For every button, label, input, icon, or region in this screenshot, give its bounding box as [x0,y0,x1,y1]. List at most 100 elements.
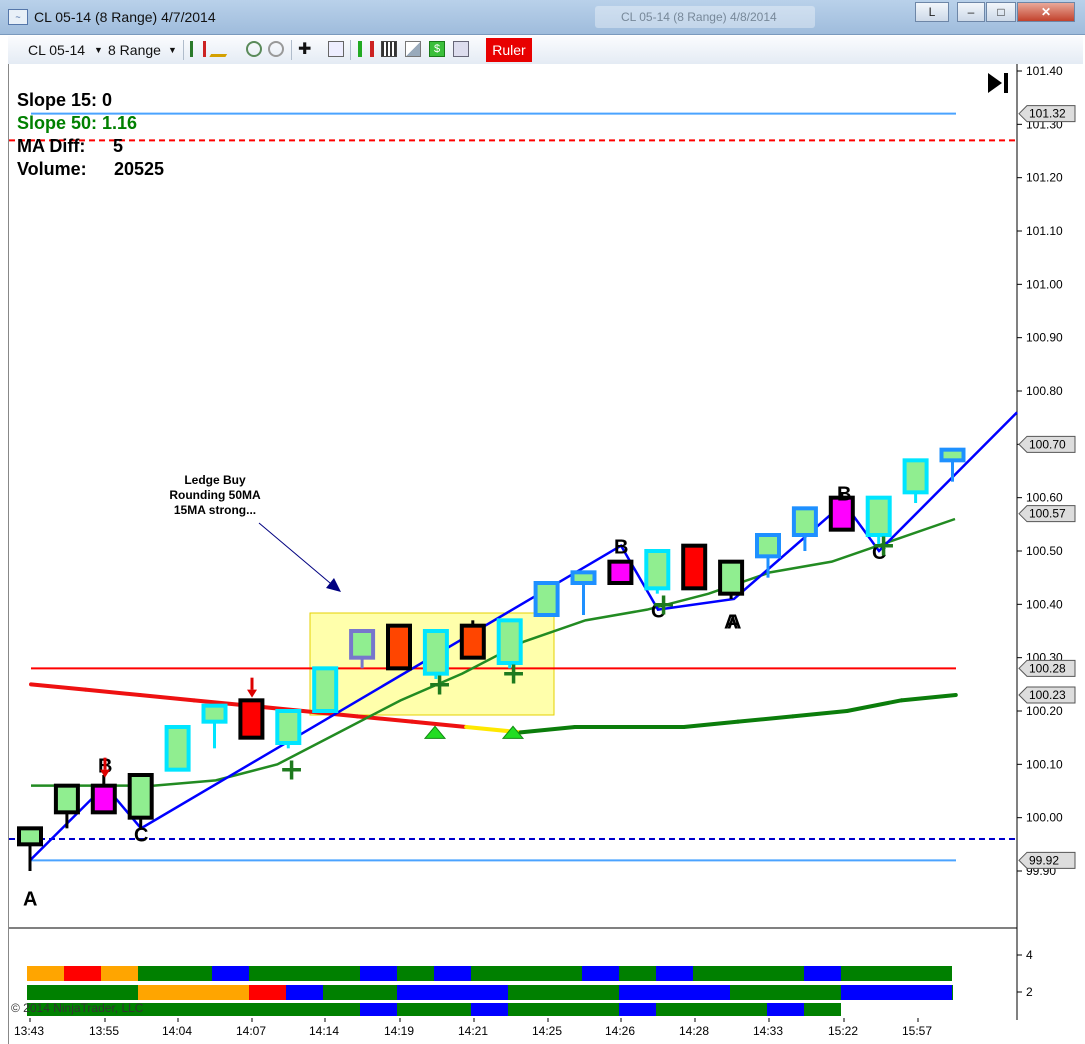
window-title: CL 05-14 (8 Range) 4/7/2014 [34,9,216,25]
chart-panel[interactable]: 101.40 101.30 101.20 101.10 101.00 100.90 100.… [8,64,1084,1044]
instrument-selector[interactable]: CL 05-14 [28,40,85,60]
time-tick-label: 14:07 [236,1024,266,1038]
ruler-button[interactable]: Ruler [486,38,532,62]
magnifier-icon[interactable] [328,41,344,57]
strength-cell [397,1003,471,1016]
entry-plus-marker: + [427,667,452,702]
time-tick-label: 14:04 [162,1024,192,1038]
price-flag-label: 100.28 [1029,661,1066,675]
candle-body [275,709,302,745]
instrument-dropdown-icon[interactable]: ▼ [94,40,103,60]
strength-cell [323,985,397,1000]
time-tick-label: 15:22 [828,1024,858,1038]
link-button[interactable]: L [915,2,949,22]
ma50-line-segment [681,719,741,729]
candle-body [90,783,117,815]
background-window-tab[interactable]: CL 05-14 (8 Range) 4/8/2014 [595,6,815,28]
strength-cell [619,985,730,1000]
candlestick-style-icon[interactable] [190,41,206,57]
toolbar-separator [291,40,292,60]
zoom-out-icon[interactable] [268,41,284,57]
strength-cell [656,966,693,981]
strategies-icon[interactable] [381,41,397,57]
candle-body [607,559,634,586]
strength-cell [582,966,619,981]
candle-body [459,623,486,660]
price-flag-label: 100.23 [1029,688,1066,702]
wave-label: A [724,611,738,633]
candle-body [127,773,154,820]
annotation-line: 15MA strong... [173,503,257,517]
chart-properties-icon[interactable] [405,41,421,57]
strength-cell [471,1003,508,1016]
strength-cell [397,985,508,1000]
maximize-button[interactable]: □ [986,2,1016,22]
strength-cell [27,985,138,1000]
strength-cell [64,966,101,981]
wave-label: B [837,483,851,505]
annotation-arrow-line [258,522,337,589]
candle-body [164,725,191,772]
strength-cell [249,966,360,981]
ma-diff-value: 5 [113,136,124,156]
entry-plus-marker: + [501,657,526,692]
ma50-line-segment [29,682,88,692]
strength-cell [730,985,841,1000]
entry-plus-marker: + [279,753,304,788]
time-tick-label: 13:55 [89,1024,119,1038]
strength-cell [693,966,804,981]
strength-cell [619,966,656,981]
price-flag-label: 100.70 [1029,437,1066,451]
strength-cell [138,966,212,981]
price-tick-label: 101.40 [1026,64,1063,78]
pencil-draw-icon[interactable] [209,41,235,57]
time-tick-label: 14:14 [309,1024,339,1038]
zoom-in-icon[interactable] [246,41,262,57]
price-flag-label: 99.92 [1029,853,1059,867]
candle-body [533,581,560,617]
strength-cell [101,966,138,981]
ma50-line-segment [899,693,958,703]
volume-label: Volume: [17,159,87,179]
price-tick-label: 100.90 [1026,331,1063,345]
candle-body [386,623,412,671]
copyright-text: © 2014 NinjaTrader, LLC [11,1001,144,1015]
indicators-icon[interactable] [358,41,374,57]
annotation-line: Rounding 50MA [169,488,261,502]
bar-type-selector[interactable]: 8 Range [108,40,161,60]
price-tick-label: 100.50 [1026,544,1063,558]
wave-label: C [134,825,148,847]
close-button[interactable]: ✕ [1017,2,1075,22]
strength-cell [804,1003,841,1016]
minimize-button[interactable]: ‒ [957,2,985,22]
strength-cell [360,1003,397,1016]
ma50-line-segment [845,698,904,713]
price-tick-label: 101.20 [1026,171,1063,185]
candle-body [939,447,966,463]
price-tick-label: 100.00 [1026,811,1063,825]
red-arrow-head [247,689,257,698]
strength-cell [804,966,841,981]
strength-cell [138,985,249,1000]
price-chart[interactable]: 101.40101.30101.20101.10101.00100.90100.… [9,64,1084,1044]
price-tick-label: 101.10 [1026,224,1063,238]
ma50-line-segment [137,693,197,703]
strength-cell [471,966,582,981]
annotation-line: Ledge Buy [184,473,246,487]
ma50-line-segment [409,719,469,729]
chart-annotation: Ledge Buy Rounding 50MA 15MA strong... [150,473,280,518]
toolbar-separator [350,40,351,60]
price-tick-label: 100.60 [1026,491,1063,505]
time-tick-label: 13:43 [14,1024,44,1038]
candle-body [238,698,265,740]
price-tick-label: 100.80 [1026,384,1063,398]
data-box-icon[interactable] [453,41,469,57]
chart-toolbar: CL 05-14 ▼ 8 Range ▼ ✚ $ Ruler [8,36,1083,65]
green-triangle-marker [423,725,447,739]
strength-cell [841,966,952,981]
dollar-icon[interactable]: $ [429,41,445,57]
bar-type-dropdown-icon[interactable]: ▼ [168,40,177,60]
strength-cell [656,1003,767,1016]
crosshair-icon[interactable]: ✚ [298,40,311,60]
time-tick-label: 14:21 [458,1024,488,1038]
